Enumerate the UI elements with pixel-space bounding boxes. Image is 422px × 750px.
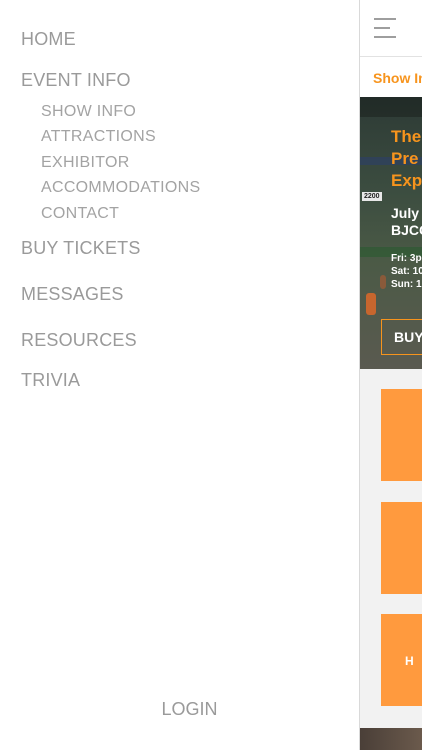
main-content: Show In The Pre Exp 2200 July BJCC Fri: … [360, 0, 422, 750]
hero-photo-person [366, 293, 376, 315]
hero-hours-fri: Fri: 3p [391, 253, 422, 264]
nav-subitem-show-info[interactable]: SHOW INFO [41, 103, 136, 121]
hero-banner[interactable]: The Pre Exp 2200 July BJCC Fri: 3p Sat: … [360, 97, 422, 369]
tile-label: H U [405, 654, 422, 668]
orange-tile-3[interactable]: H U [381, 614, 422, 706]
nav-subitem-contact[interactable]: CONTACT [41, 205, 119, 223]
orange-tile-2[interactable] [381, 502, 422, 594]
hamburger-menu-icon[interactable] [374, 18, 396, 38]
hero-title-line1: The [391, 127, 422, 146]
nav-item-event-info[interactable]: EVENT INFO [21, 70, 131, 91]
hero-date: July [391, 205, 420, 221]
tab-bar: Show In [360, 57, 422, 97]
nav-item-trivia[interactable]: TRIVIA [21, 370, 80, 391]
navigation-drawer: HOME EVENT INFO SHOW INFO ATTRACTIONS EX… [0, 0, 359, 750]
hero-title-line3: Exp [391, 171, 422, 190]
buy-tickets-button[interactable]: BUY [381, 319, 422, 355]
nav-item-resources[interactable]: RESOURCES [21, 330, 137, 351]
nav-subitem-exhibitor[interactable]: EXHIBITOR [41, 154, 130, 172]
nav-subitem-attractions[interactable]: ATTRACTIONS [41, 128, 156, 146]
login-button[interactable]: LOGIN [0, 699, 379, 720]
top-bar [360, 0, 422, 57]
hero-hours-sat: Sat: 10 [391, 266, 422, 277]
bottom-photo-strip [360, 728, 422, 750]
nav-item-buy-tickets[interactable]: BUY TICKETS [21, 238, 141, 259]
nav-item-home[interactable]: HOME [21, 29, 76, 50]
hero-sign: 2200 [362, 192, 382, 201]
orange-tile-1[interactable] [381, 389, 422, 481]
nav-subitem-accommodations[interactable]: ACCOMMODATIONS [41, 179, 200, 197]
hero-hours-sun: Sun: 1 [391, 279, 422, 290]
hero-venue: BJCC [391, 222, 422, 238]
nav-item-messages[interactable]: MESSAGES [21, 284, 124, 305]
tab-show-info[interactable]: Show In [373, 70, 422, 86]
hero-photo-person [380, 275, 386, 289]
hero-title-line2: Pre [391, 149, 419, 168]
